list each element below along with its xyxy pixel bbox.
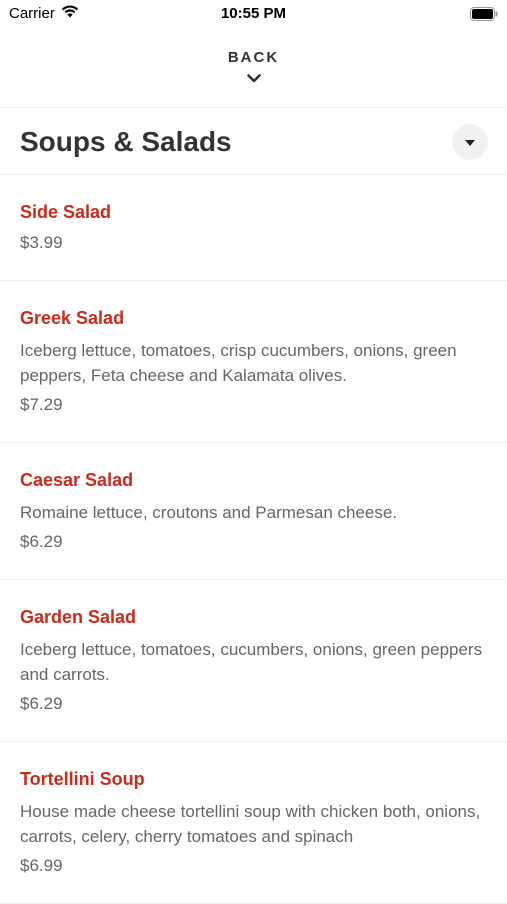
chevron-down-icon: [0, 74, 507, 83]
section-header: Soups & Salads: [0, 108, 507, 175]
item-name: Garden Salad: [20, 607, 137, 627]
section-title: Soups & Salads: [20, 126, 232, 157]
item-name: Caesar Salad: [20, 470, 134, 490]
item-price: $3.99: [20, 233, 63, 252]
battery-icon: [470, 7, 498, 25]
caret-down-icon: [465, 133, 475, 151]
menu-item-side-salad[interactable]: Side Salad $3.99: [0, 175, 507, 281]
clock: 10:55 PM: [220, 5, 287, 22]
item-price: $7.29: [20, 395, 63, 414]
item-price: $6.29: [20, 532, 63, 551]
item-price: $6.29: [20, 694, 63, 713]
item-name: Greek Salad: [20, 308, 125, 328]
section-collapse-button[interactable]: [452, 124, 488, 160]
item-name: Side Salad: [20, 202, 112, 222]
menu-item-caesar-salad[interactable]: Caesar Salad Romaine lettuce, croutons a…: [0, 443, 507, 580]
status-bar: Carrier 10:55 PM: [0, 0, 507, 30]
back-label: BACK: [227, 49, 280, 66]
item-description: Romaine lettuce, croutons and Parmesan c…: [20, 503, 398, 522]
item-description: House made cheese tortellini soup with c…: [20, 802, 481, 846]
menu-item-greek-salad[interactable]: Greek Salad Iceberg lettuce, tomatoes, c…: [0, 281, 507, 443]
menu-item-tortellini-soup[interactable]: Tortellini Soup House made cheese tortel…: [0, 742, 507, 904]
back-button[interactable]: BACK: [0, 30, 507, 108]
menu-list: Side Salad $3.99 Greek Salad Iceberg let…: [0, 175, 507, 904]
item-name: Tortellini Soup: [20, 769, 145, 789]
item-price: $6.99: [20, 856, 63, 875]
menu-item-garden-salad[interactable]: Garden Salad Iceberg lettuce, tomatoes, …: [0, 580, 507, 742]
item-description: Iceberg lettuce, tomatoes, crisp cucumbe…: [20, 341, 457, 385]
item-description: Iceberg lettuce, tomatoes, cucumbers, on…: [20, 640, 483, 684]
